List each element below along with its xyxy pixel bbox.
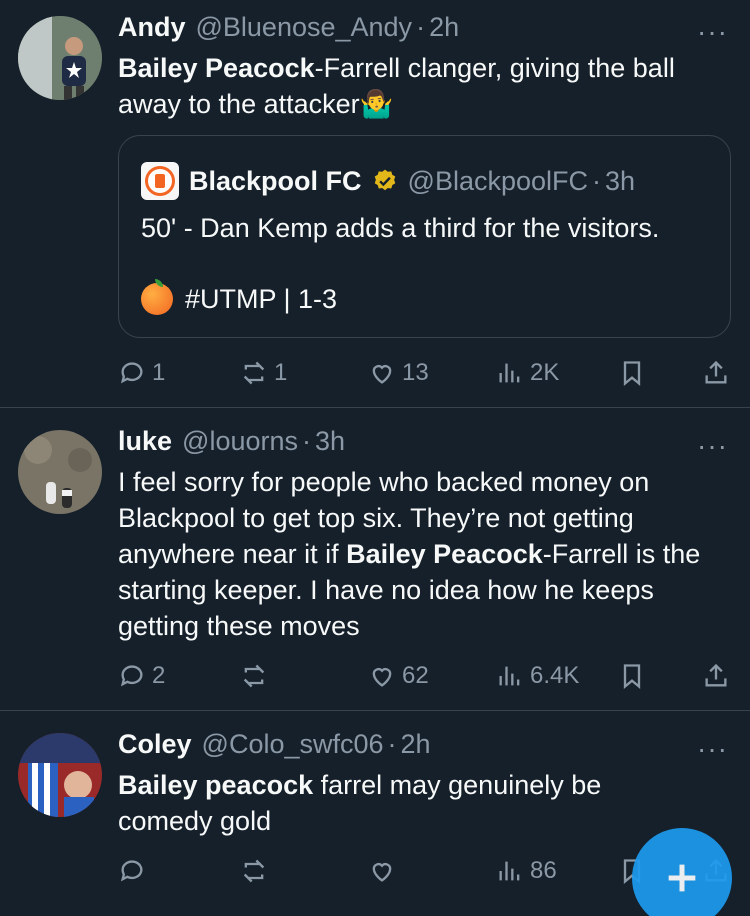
like-count: 13 [402,359,429,386]
separator-dot: · [302,426,311,456]
user-handle[interactable]: @Bluenose_Andy [196,12,413,43]
views-icon [499,861,520,881]
timestamp[interactable]: 2h [401,729,431,760]
quote-user-handle[interactable]: @BlackpoolFC [408,166,588,197]
views-icon [499,666,520,686]
retweet-icon [243,361,265,385]
display-name[interactable]: luke [118,426,172,457]
highlighted-name: Bailey Peacock [118,53,315,83]
like-button[interactable]: 62 [368,658,429,694]
tweet-actions: 2 62 6.4K [118,658,730,694]
views-button[interactable]: 2K [496,355,559,391]
bookmark-button[interactable] [618,355,646,391]
quote-header: Blackpool FC @BlackpoolFC · 3h [141,162,635,200]
tweet-header: Andy @Bluenose_Andy · 2h [118,12,459,43]
retweet-icon [243,664,265,688]
view-count: 2K [530,359,560,386]
reply-icon [120,665,143,687]
tweet-andy[interactable]: Andy @Bluenose_Andy · 2h ··· Bailey Peac… [0,0,750,407]
more-options-icon[interactable]: ··· [697,735,728,763]
like-count: 62 [402,662,429,689]
tweet-actions: 1 1 13 2K [118,355,730,391]
heart-icon [372,668,392,687]
avatar[interactable] [18,16,102,100]
retweet-count: 1 [274,359,288,386]
view-count: 86 [530,857,557,884]
tweet-luke[interactable]: luke @louorns · 3h ··· I feel sorry for … [0,408,750,710]
retweet-icon [243,859,265,883]
avatar-photo-icon [18,16,102,100]
views-icon [499,363,520,383]
shrug-emoji-icon: 🤷‍♂️ [359,89,394,119]
compose-plus-icon [668,864,696,892]
retweet-button[interactable] [240,658,274,694]
share-icon [705,663,727,687]
reply-button[interactable]: 1 [118,355,165,391]
user-handle[interactable]: @Colo_swfc06 [202,729,384,760]
share-button[interactable] [702,355,730,391]
quote-text-line: 50' - Dan Kemp adds a third for the visi… [141,213,660,243]
tweet-text: Bailey peacock farrel may genuinely be c… [118,767,658,839]
reply-count: 1 [152,359,166,386]
reply-count: 2 [152,662,166,689]
highlighted-name: Bailey Peacock [346,539,543,569]
verified-badge-icon [374,169,395,191]
quote-hashtag-line: #UTMP | 1-3 [141,279,337,317]
user-handle[interactable]: @louorns [182,426,298,457]
tweet-header: luke @louorns · 3h [118,426,345,457]
heart-icon [372,365,392,384]
separator-dot: · [416,12,426,42]
display-name[interactable]: Andy [118,12,186,43]
quoted-tweet[interactable]: Blackpool FC @BlackpoolFC · 3h 50' - Dan… [118,135,731,338]
like-button[interactable]: 13 [368,355,429,391]
reply-button[interactable]: 2 [118,658,165,694]
tweet-header: Coley @Colo_swfc06 · 2h [118,729,431,760]
quote-hashtag[interactable]: #UTMP | 1-3 [185,281,337,317]
quote-display-name[interactable]: Blackpool FC [189,166,362,197]
more-options-icon[interactable]: ··· [697,18,728,46]
display-name[interactable]: Coley [118,729,192,760]
tweet-text: I feel sorry for people who backed money… [118,464,708,644]
highlighted-name: Bailey peacock [118,770,314,800]
reply-icon [120,860,143,882]
bookmark-button[interactable] [618,658,646,694]
timestamp[interactable]: 2h [429,12,459,43]
timestamp[interactable]: 3h [315,426,345,457]
view-count: 6.4K [530,662,580,689]
heart-icon [372,863,392,882]
separator-dot: · [592,165,602,196]
share-icon [705,360,727,384]
views-button[interactable]: 6.4K [496,658,579,694]
bookmark-icon [623,664,641,689]
retweet-button[interactable]: 1 [240,355,287,391]
avatar-photo-icon [18,733,102,817]
avatar[interactable] [18,430,102,514]
share-button[interactable] [702,658,730,694]
avatar[interactable] [18,733,102,817]
bookmark-icon [623,361,641,386]
like-button[interactable] [368,853,402,889]
views-button[interactable]: 86 [496,853,557,889]
blackpool-crest-icon[interactable] [141,162,179,200]
orange-emoji-icon [141,279,173,315]
more-options-icon[interactable]: ··· [697,432,728,460]
reply-icon [120,362,143,384]
retweet-button[interactable] [240,853,274,889]
avatar-photo-icon [18,430,102,514]
quote-timestamp[interactable]: 3h [605,166,635,197]
reply-button[interactable] [118,853,152,889]
separator-dot: · [387,729,397,759]
tweet-text: Bailey Peacock-Farrell clanger, giving t… [118,50,718,122]
